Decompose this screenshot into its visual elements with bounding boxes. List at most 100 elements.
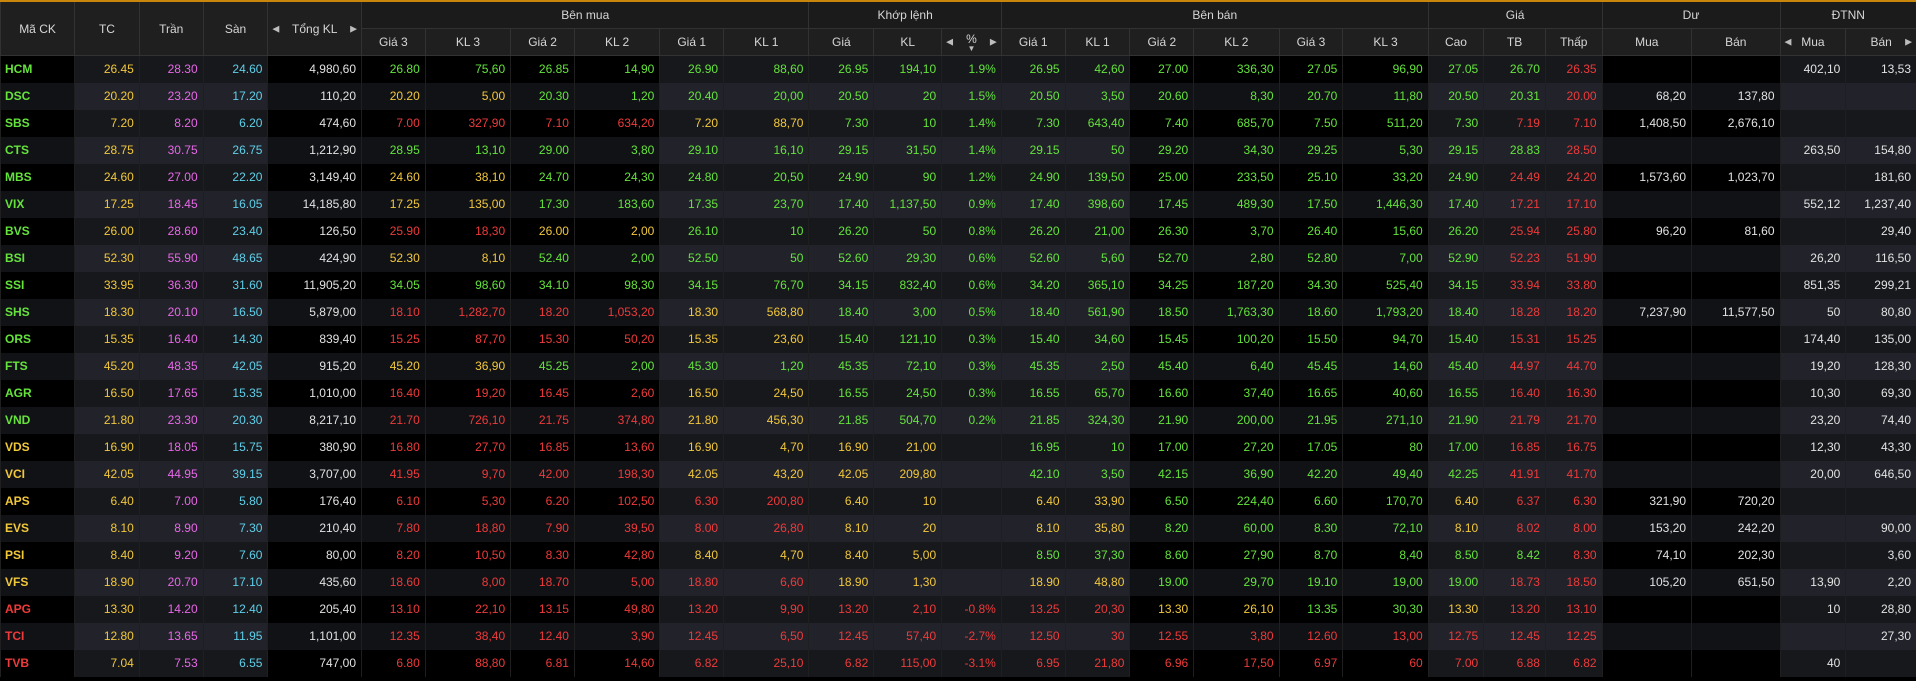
table-row[interactable]: VDS 16.90 18.05 15.75 380,90 16.80 27,70 16.85 1…	[0, 433, 1916, 461]
high-avg-low-cell: 42.25	[1427, 460, 1484, 488]
symbol-cell[interactable]: EVS	[0, 514, 75, 542]
table-row[interactable]: CTS 28.75 30.75 26.75 1,212,90 28.95 13,10 29.0…	[0, 136, 1916, 164]
symbol-cell[interactable]: VCI	[0, 460, 75, 488]
col-header-ref[interactable]: TC	[74, 2, 140, 56]
symbol-cell[interactable]: SSI	[0, 271, 75, 299]
table-row[interactable]: PSI 8.40 9.20 7.60 80,00 8.20 10,50 8.30 42,80 8.…	[0, 541, 1916, 569]
col-header-match-0[interactable]: Giá	[808, 28, 874, 56]
col-header-match-2[interactable]: ◀% ▼ ▶	[941, 28, 1002, 56]
table-row[interactable]: SSI 33.95 36.30 31.60 11,905,20 34.05 98,60 34.…	[0, 271, 1916, 299]
foreign-cell: 1,237,40	[1845, 190, 1916, 218]
table-row[interactable]: TVB 7.04 7.53 6.55 747,00 6.80 88,80 6.81 14,60 6…	[0, 649, 1916, 677]
col-header-total-volume[interactable]: ◀ Tổng KL ▶	[267, 2, 362, 56]
col-header-buy-1[interactable]: KL 3	[424, 28, 511, 56]
match-cell: 0.3%	[941, 352, 1002, 380]
table-row[interactable]: VIX 17.25 18.45 16.05 14,185,80 17.25 135,00 17…	[0, 190, 1916, 218]
table-row[interactable]: BVS 26.00 28.60 23.40 126,50 25.90 18,30 26.00 2…	[0, 217, 1916, 245]
table-row[interactable]: HCM 26.45 28.30 24.60 4,980,60 26.80 75,60 26.8…	[0, 55, 1916, 83]
col-header-match-1[interactable]: KL	[873, 28, 942, 56]
symbol-cell[interactable]: SHS	[0, 298, 75, 326]
symbol-cell[interactable]: VDS	[0, 433, 75, 461]
symbol-cell[interactable]: VIX	[0, 190, 75, 218]
bid-cell: 20.30	[510, 82, 575, 110]
table-row[interactable]: APS 6.40 7.00 5.80 176,40 6.10 5,30 6.20 102,50 6…	[0, 487, 1916, 515]
col-header-price-1[interactable]: TB	[1483, 28, 1546, 56]
caret-left-icon[interactable]: ◀	[1785, 37, 1792, 48]
col-header-buy-4[interactable]: Giá 1	[659, 28, 724, 56]
col-header-floor[interactable]: Sàn	[202, 2, 268, 56]
col-header-sell-2[interactable]: Giá 2	[1129, 28, 1194, 56]
match-cell: 45.35	[808, 352, 874, 380]
table-row[interactable]: AGR 16.50 17.65 15.35 1,010,00 16.40 19,20 16.4…	[0, 379, 1916, 407]
symbol-cell[interactable]: FTS	[0, 352, 75, 380]
table-row[interactable]: FTS 45.20 48.35 42.05 915,20 45.20 36,90 45.25 2…	[0, 352, 1916, 380]
foreign-cell	[1845, 109, 1916, 137]
residual-cell	[1601, 244, 1692, 272]
symbol-cell[interactable]: APG	[0, 595, 75, 623]
symbol-cell[interactable]: PSI	[0, 541, 75, 569]
col-header-buy-3[interactable]: KL 2	[573, 28, 660, 56]
symbol-cell[interactable]: TCI	[0, 622, 75, 650]
table-row[interactable]: SBS 7.20 8.20 6.20 474,60 7.00 327,90 7.10 634,2…	[0, 109, 1916, 137]
symbol-cell[interactable]: MBS	[0, 163, 75, 191]
symbol-cell[interactable]: BVS	[0, 217, 75, 245]
high-avg-low-cell: 16.40	[1483, 379, 1546, 407]
table-row[interactable]: VND 21.80 23.30 20.30 8,217,10 21.70 726,10 21.…	[0, 406, 1916, 434]
col-header-foreign-0[interactable]: ◀ Mua	[1779, 28, 1846, 56]
symbol-cell[interactable]: HCM	[0, 55, 75, 83]
table-row[interactable]: EVS 8.10 8.90 7.30 210,40 7.80 18,80 7.90 39,50 8…	[0, 514, 1916, 542]
col-header-sell-0[interactable]: Giá 1	[1000, 28, 1066, 56]
foreign-cell: 402,10	[1779, 55, 1846, 83]
high-avg-low-cell: 6.37	[1483, 487, 1546, 515]
ref-price-cell: 18.30	[74, 298, 140, 326]
col-header-residual-0[interactable]: Mua	[1601, 28, 1692, 56]
symbol-cell[interactable]: AGR	[0, 379, 75, 407]
col-header-sell-5[interactable]: KL 3	[1342, 28, 1429, 56]
col-header-foreign-1[interactable]: Bán ▶	[1845, 28, 1916, 56]
table-row[interactable]: SHS 18.30 20.10 16.50 5,879,00 18.10 1,282,70 1…	[0, 298, 1916, 326]
col-header-sell-3[interactable]: KL 2	[1193, 28, 1280, 56]
symbol-cell[interactable]: TVB	[0, 649, 75, 677]
caret-right-icon[interactable]: ▶	[990, 37, 997, 48]
high-avg-low-cell: 29.15	[1427, 136, 1484, 164]
symbol-cell[interactable]: DSC	[0, 82, 75, 110]
floor-price-cell: 26.75	[202, 136, 268, 164]
foreign-cell: 74,40	[1845, 406, 1916, 434]
caret-left-icon[interactable]: ◀	[272, 23, 279, 34]
ceil-price-cell: 30.75	[138, 136, 204, 164]
col-header-price-2[interactable]: Thấp	[1544, 28, 1603, 56]
table-row[interactable]: MBS 24.60 27.00 22.20 3,149,40 24.60 38,10 24.7…	[0, 163, 1916, 191]
floor-price-cell: 24.60	[202, 55, 268, 83]
col-header-price-0[interactable]: Cao	[1427, 28, 1484, 56]
symbol-cell[interactable]: BSI	[0, 244, 75, 272]
caret-left-icon[interactable]: ◀	[946, 37, 953, 48]
col-header-symbol[interactable]: Mã CK	[0, 2, 75, 56]
table-row[interactable]: TCI 12.80 13.65 11.95 1,101,00 12.35 38,40 12.4…	[0, 622, 1916, 650]
caret-right-icon[interactable]: ▶	[350, 23, 357, 34]
symbol-cell[interactable]: SBS	[0, 109, 75, 137]
symbol-cell[interactable]: ORS	[0, 325, 75, 353]
symbol-cell[interactable]: VFS	[0, 568, 75, 596]
ask-cell: 17,50	[1193, 649, 1280, 677]
table-row[interactable]: APG 13.30 14.20 12.40 205,40 13.10 22,10 13.15 4…	[0, 595, 1916, 623]
col-header-buy-2[interactable]: Giá 2	[510, 28, 575, 56]
col-header-residual-1[interactable]: Bán	[1691, 28, 1780, 56]
symbol-cell[interactable]: APS	[0, 487, 75, 515]
caret-right-icon[interactable]: ▶	[1905, 37, 1912, 48]
symbol-cell[interactable]: VND	[0, 406, 75, 434]
table-row[interactable]: BSI 52.30 55.90 48.65 424,90 52.30 8,10 52.40 2,…	[0, 244, 1916, 272]
ask-cell: 233,50	[1193, 163, 1280, 191]
table-row[interactable]: VCI 42.05 44.95 39.15 3,707,00 41.95 9,70 42.00…	[0, 460, 1916, 488]
col-header-ceil[interactable]: Trần	[138, 2, 204, 56]
table-row[interactable]: ORS 15.35 16.40 14.30 839,40 15.25 87,70 15.30 5…	[0, 325, 1916, 353]
bid-cell: 18.20	[510, 298, 575, 326]
symbol-cell[interactable]: CTS	[0, 136, 75, 164]
col-header-sell-4[interactable]: Giá 3	[1278, 28, 1343, 56]
col-header-buy-5[interactable]: KL 1	[723, 28, 809, 56]
table-row[interactable]: DSC 20.20 23.20 17.20 110,20 20.20 5,00 20.30 1,…	[0, 82, 1916, 110]
high-avg-low-cell: 25.80	[1544, 217, 1603, 245]
table-row[interactable]: VFS 18.90 20.70 17.10 435,60 18.60 8,00 18.70 5,…	[0, 568, 1916, 596]
col-header-sell-1[interactable]: KL 1	[1064, 28, 1130, 56]
floor-price-cell: 17.10	[202, 568, 268, 596]
col-header-buy-0[interactable]: Giá 3	[361, 28, 426, 56]
